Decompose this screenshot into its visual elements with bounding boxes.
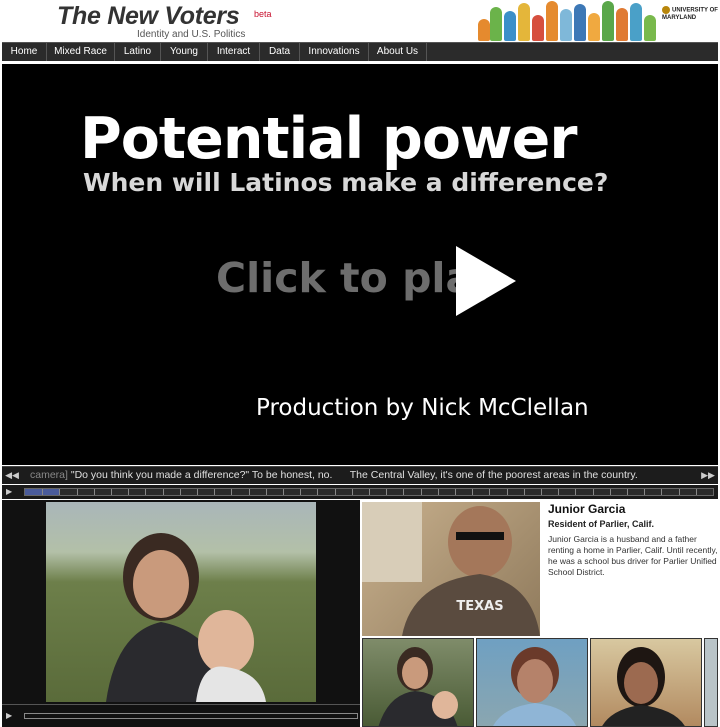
timeline-tick xyxy=(111,489,112,495)
transcript-bar: ◀◀ camera] "Do you think you made a diff… xyxy=(2,466,718,484)
timeline-tick xyxy=(609,489,611,495)
interview-seek-bar[interactable] xyxy=(24,713,358,719)
university-name: UNIVERSITY OF MARYLAND xyxy=(662,7,718,21)
interview-play-icon[interactable]: ▶ xyxy=(6,711,12,720)
video-subtitle: When will Latinos make a difference? xyxy=(83,168,609,197)
transcript-text: camera] "Do you think you made a differe… xyxy=(30,467,690,484)
timeline-track[interactable] xyxy=(24,488,714,496)
transcript-line-1[interactable]: "Do you think you made a difference?" To… xyxy=(71,469,333,481)
timeline-tick xyxy=(334,489,336,495)
timeline-tick xyxy=(162,489,164,495)
transcript-faded-prefix: camera] xyxy=(30,469,68,481)
site-subtitle: Identity and U.S. Politics xyxy=(137,29,246,40)
nav-item-data[interactable]: Data xyxy=(260,43,300,61)
profile-info: Junior Garcia Resident of Parlier, Calif… xyxy=(548,502,718,578)
nav-item-latino[interactable]: Latino xyxy=(115,43,161,61)
thumbnail-woman-baby-image xyxy=(378,647,458,726)
timeline-tick xyxy=(695,489,697,495)
rewind-icon[interactable]: ◀◀ xyxy=(4,467,20,484)
timeline-tick xyxy=(42,489,44,495)
nav-item-innovations[interactable]: Innovations xyxy=(300,43,369,61)
timeline-tick xyxy=(145,489,147,495)
junior-garcia-portrait: TEXAS xyxy=(362,502,540,636)
site-header: The New Voters beta Identity and U.S. Po… xyxy=(0,0,720,41)
woman-with-baby-image xyxy=(106,533,266,702)
thumbnail-strip xyxy=(362,638,718,727)
timeline-tick xyxy=(644,489,646,495)
thumbnail-woman-portrait-image xyxy=(602,647,685,726)
interview-video-controls: ▶ xyxy=(2,704,360,727)
profile-role: Resident of Parlier, Calif. xyxy=(548,519,655,529)
timeline-tick xyxy=(93,489,95,495)
timeline-tick xyxy=(231,489,233,495)
university-logo[interactable]: UNIVERSITY OF MARYLAND xyxy=(662,6,718,22)
transcript-line-2[interactable]: The Central Valley, it's one of the poor… xyxy=(350,469,638,481)
transcript-timeline: ▶ xyxy=(2,485,718,499)
timeline-tick xyxy=(420,489,422,495)
thumbnail-partial[interactable] xyxy=(704,638,718,727)
nav-item-interact[interactable]: Interact xyxy=(208,43,260,61)
main-nav: Home Mixed Race Latino Young Interact Da… xyxy=(2,42,718,61)
timeline-tick xyxy=(317,489,319,495)
timeline-tick xyxy=(489,489,491,495)
timeline-tick xyxy=(506,489,508,495)
timeline-tick xyxy=(76,489,78,495)
timeline-tick xyxy=(403,489,405,495)
nav-item-home[interactable]: Home xyxy=(2,43,47,61)
play-icon[interactable] xyxy=(456,246,516,316)
timeline-tick xyxy=(59,489,61,495)
timeline-tick xyxy=(351,489,353,495)
timeline-tick xyxy=(214,489,216,495)
timeline-tick xyxy=(369,489,370,495)
profile-bio: Junior Garcia is a husband and a father … xyxy=(548,534,718,577)
timeline-tick xyxy=(592,489,594,495)
timeline-play-icon[interactable]: ▶ xyxy=(6,487,12,496)
timeline-tick xyxy=(386,489,388,495)
timeline-tick xyxy=(283,489,284,495)
timeline-tick xyxy=(678,489,680,495)
interview-video-frame xyxy=(46,502,316,702)
thumbnail-older-woman-image xyxy=(493,647,577,726)
thumbnail-woman-baby[interactable] xyxy=(362,638,474,727)
video-player[interactable]: Potential power When will Latinos make a… xyxy=(2,64,718,465)
interview-video[interactable]: ▶ xyxy=(2,500,360,727)
timeline-tick xyxy=(437,489,439,495)
site-title[interactable]: The New Voters xyxy=(57,2,240,31)
video-title: Potential power xyxy=(80,106,577,172)
timeline-tick xyxy=(455,489,456,495)
shirt-text: TEXAS xyxy=(456,599,503,614)
timeline-tick xyxy=(179,489,181,495)
profile-photo: TEXAS xyxy=(362,502,540,636)
nav-item-mixed-race[interactable]: Mixed Race xyxy=(47,43,115,61)
lower-section: ▶ TEXAS Junior Garcia Resident of Parlie… xyxy=(2,500,718,727)
timeline-tick xyxy=(541,489,542,495)
timeline-tick xyxy=(523,489,525,495)
fast-forward-icon[interactable]: ▶▶ xyxy=(700,467,716,484)
thumbnail-older-woman[interactable] xyxy=(476,638,588,727)
beta-label: beta xyxy=(254,9,272,19)
raised-hands-banner xyxy=(468,0,660,41)
timeline-tick xyxy=(627,489,628,495)
timeline-tick xyxy=(265,489,267,495)
nav-item-young[interactable]: Young xyxy=(161,43,208,61)
timeline-tick xyxy=(248,489,250,495)
timeline-tick xyxy=(558,489,560,495)
video-credit: Production by Nick McClellan xyxy=(256,395,589,421)
nav-item-about-us[interactable]: About Us xyxy=(369,43,427,61)
thumbnail-woman-portrait[interactable] xyxy=(590,638,702,727)
timeline-tick xyxy=(472,489,474,495)
timeline-tick xyxy=(197,489,198,495)
timeline-tick xyxy=(661,489,663,495)
university-seal-icon xyxy=(662,6,670,14)
timeline-tick xyxy=(300,489,302,495)
profile-name: Junior Garcia xyxy=(548,502,626,516)
timeline-tick xyxy=(128,489,130,495)
timeline-tick xyxy=(575,489,577,495)
